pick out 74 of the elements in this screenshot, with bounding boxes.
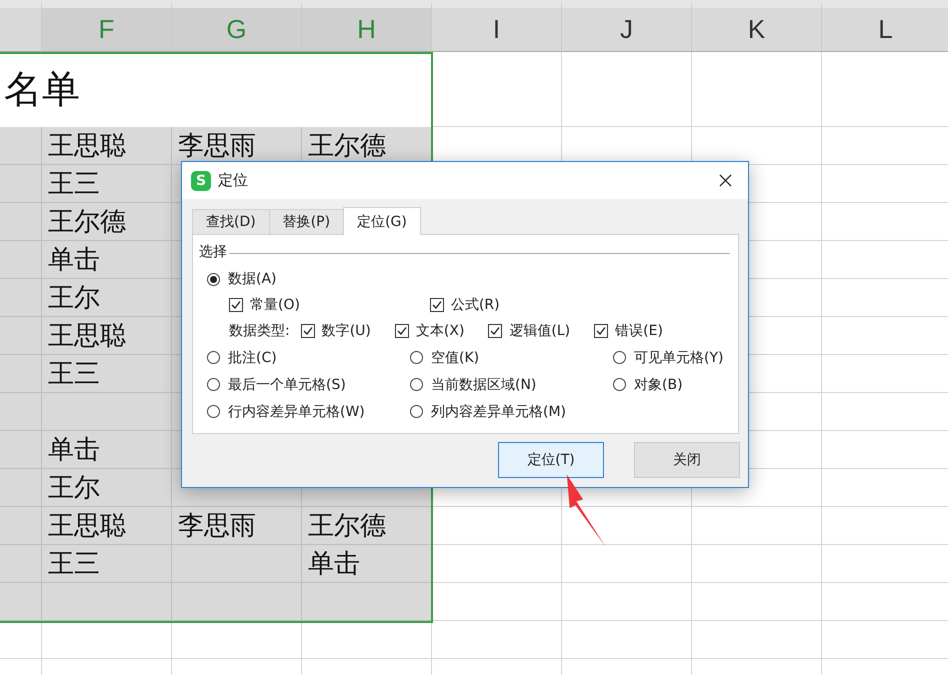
checkbox-option[interactable]: 数字(U)	[300, 322, 371, 340]
locate-button[interactable]: 定位(T)	[498, 442, 604, 478]
radio-option[interactable]: 列内容差异单元格(M)	[410, 402, 613, 420]
radio-icon[interactable]	[613, 378, 626, 391]
table-cell: 王思聪	[42, 317, 172, 355]
radio-option[interactable]: 行内容差异单元格(W)	[207, 402, 410, 420]
table-cell: 单击	[42, 241, 172, 279]
app-icon: S	[191, 170, 211, 190]
checkbox-option[interactable]: 常量(O)	[229, 296, 300, 314]
table-cell	[0, 431, 42, 469]
close-icon[interactable]	[719, 174, 732, 187]
table-cell: 王尔	[42, 279, 172, 317]
tab[interactable]: 定位(G)	[343, 207, 421, 235]
table-cell: 单击	[42, 431, 172, 469]
table-cell	[0, 621, 42, 659]
table-cell	[0, 241, 42, 279]
checkbox-option[interactable]: 文本(X)	[394, 322, 464, 340]
table-cell	[0, 165, 42, 203]
column-header[interactable]: K	[692, 0, 822, 52]
table-cell: 王思聪	[42, 127, 172, 165]
table-cell: 李思雨	[172, 507, 302, 545]
radio-option[interactable]: 空值(K)	[410, 348, 613, 366]
group-label: 选择	[199, 243, 227, 261]
table-cell: 单击	[302, 545, 432, 583]
radio-icon[interactable]	[207, 378, 220, 391]
radio-icon[interactable]	[410, 351, 423, 364]
table-cell	[0, 203, 42, 241]
checkbox-option[interactable]: 逻辑值(L)	[488, 322, 570, 340]
table-cell	[0, 507, 42, 545]
tab[interactable]: 替换(P)	[268, 209, 344, 234]
tab[interactable]: 查找(D)	[192, 209, 270, 234]
radio-option[interactable]: 批注(C)	[207, 348, 410, 366]
checkbox-icon[interactable]	[488, 324, 502, 338]
radio-icon[interactable]	[207, 405, 220, 418]
checkbox-icon[interactable]	[594, 324, 608, 338]
table-cell	[0, 583, 42, 621]
table-cell	[0, 355, 42, 393]
table-cell	[0, 127, 42, 165]
table-cell: 李思雨	[172, 127, 302, 165]
checkbox-icon[interactable]	[430, 298, 444, 312]
table-cell: 王尔德	[302, 507, 432, 545]
radio-option[interactable]: 当前数据区域(N)	[410, 376, 613, 394]
column-header[interactable]: I	[432, 0, 562, 52]
table-cell: 王三	[42, 355, 172, 393]
data-type-label: 数据类型:	[229, 322, 290, 340]
column-header[interactable]: L	[822, 0, 948, 52]
checkbox-option[interactable]: 错误(E)	[594, 322, 663, 340]
table-cell: 王三	[42, 165, 172, 203]
table-cell	[0, 545, 42, 583]
radio-icon[interactable]	[410, 378, 423, 391]
checkbox-option[interactable]: 公式(R)	[430, 296, 500, 314]
checkbox-icon[interactable]	[394, 324, 409, 338]
table-cell: 王思聪	[42, 507, 172, 545]
radio-icon[interactable]	[207, 351, 220, 364]
column-header[interactable]: J	[562, 0, 692, 52]
title-cell-text: 名单	[3, 68, 81, 113]
radio-option[interactable]: 最后一个单元格(S)	[207, 376, 410, 394]
radio-icon[interactable]	[613, 351, 626, 364]
table-cell	[0, 317, 42, 355]
radio-option[interactable]: 数据(A)	[207, 270, 277, 288]
checkbox-icon[interactable]	[229, 298, 243, 312]
checkbox-icon[interactable]	[300, 324, 315, 338]
radio-option[interactable]: 对象(B)	[613, 376, 730, 394]
table-cell: 王尔	[42, 469, 172, 507]
table-cell: 王尔德	[42, 203, 172, 241]
dialog-title: 定位	[218, 171, 248, 190]
radio-icon[interactable]	[410, 405, 423, 418]
table-cell	[0, 469, 42, 507]
radio-icon[interactable]	[207, 272, 220, 286]
table-cell: 王三	[42, 545, 172, 583]
radio-option[interactable]: 可见单元格(Y)	[613, 348, 730, 366]
table-cell	[0, 279, 42, 317]
close-button[interactable]: 关闭	[634, 442, 740, 478]
table-cell	[0, 393, 42, 431]
